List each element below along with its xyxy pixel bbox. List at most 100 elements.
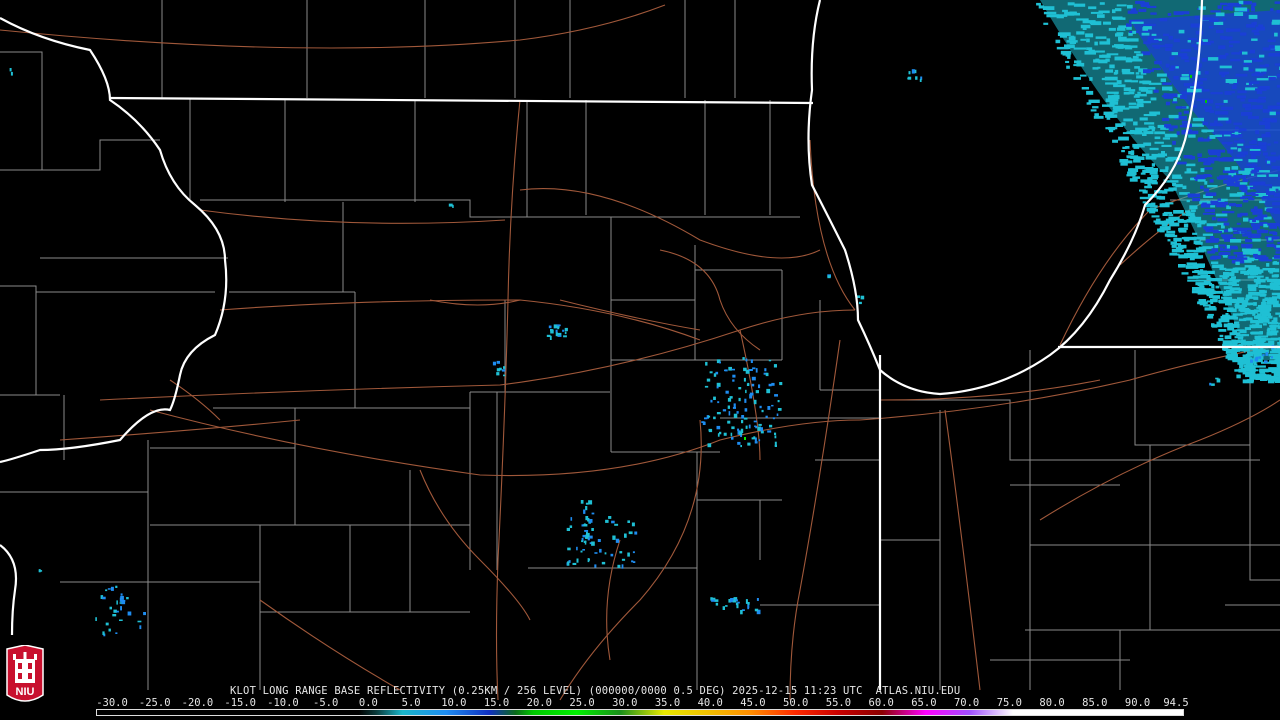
echo-pixel — [732, 407, 736, 409]
echo-pixel — [1255, 322, 1260, 326]
echo-pixel — [594, 564, 597, 568]
echo-pixel — [731, 426, 735, 430]
echo-pixel — [631, 522, 635, 527]
echo-pixel — [1205, 192, 1217, 196]
echo-pixel — [742, 357, 745, 360]
echo-pixel — [729, 396, 733, 399]
echo-pixel — [1237, 228, 1247, 232]
echo-pixel — [919, 78, 922, 82]
echo-pixel — [750, 359, 753, 363]
echo-pixel — [1191, 44, 1197, 47]
echo-pixel — [1186, 249, 1196, 253]
echo-pixel — [1243, 2, 1248, 5]
echo-pixel — [1242, 379, 1254, 384]
echo-pixel — [1259, 64, 1270, 67]
echo-pixel — [1258, 356, 1262, 359]
colorbar-tick-label: 85.0 — [1082, 697, 1108, 709]
echo-pixel — [1206, 223, 1218, 227]
echo-pixel — [1175, 66, 1179, 69]
highway-line — [789, 339, 841, 701]
echo-pixel — [615, 538, 620, 543]
echo-pixel — [1057, 32, 1071, 36]
echo-pixel — [1202, 121, 1209, 126]
echo-pixel — [719, 431, 722, 435]
echo-pixel — [1172, 253, 1180, 256]
echo-pixel — [634, 531, 638, 535]
echo-pixel — [1109, 101, 1119, 105]
echo-pixel — [1266, 191, 1275, 195]
echo-pixel — [1243, 60, 1252, 63]
echo-pixel — [1261, 301, 1267, 306]
echo-pixel — [743, 367, 747, 372]
echo-pixel — [1085, 33, 1094, 38]
product-title: KLOT LONG RANGE BASE REFLECTIVITY (0.25K… — [230, 685, 961, 697]
highway-line — [559, 419, 702, 701]
echo-pixel — [1204, 270, 1215, 275]
echo-pixel — [1072, 12, 1080, 16]
echo-pixel — [1267, 143, 1271, 146]
echo-pixel — [1168, 114, 1179, 119]
echo-pixel — [915, 76, 918, 80]
echo-pixel — [1135, 56, 1139, 59]
echo-pixel — [1211, 383, 1215, 386]
echo-pixel — [1250, 359, 1254, 363]
echo-pixel — [1139, 196, 1151, 200]
echo-pixel — [1118, 36, 1127, 41]
echo-pixel — [1239, 139, 1244, 143]
echo-pixel — [1246, 195, 1253, 199]
echo-pixel — [1214, 244, 1219, 249]
echo-pixel — [1196, 174, 1207, 178]
echo-pixel — [1251, 173, 1255, 176]
echo-pixel — [1246, 163, 1258, 167]
echo-pixel — [1142, 27, 1148, 31]
echo-pixel — [1274, 274, 1279, 277]
echo-pixel — [743, 417, 748, 420]
echo-pixel — [1098, 10, 1110, 14]
echo-pixel — [754, 441, 758, 444]
echo-pixel — [741, 415, 745, 419]
echo-pixel — [1169, 56, 1175, 61]
echo-pixel — [1216, 29, 1224, 34]
echo-pixel — [1150, 97, 1157, 101]
echo-pixel — [1183, 155, 1193, 159]
colorbar-tick-labels: -30.0 -25.0 -20.0 -15.0 -10.0 -5.0 0.0 5.0 10.0 1… — [0, 697, 1280, 709]
echo-pixel — [1244, 310, 1254, 315]
echo-pixel — [1114, 44, 1124, 48]
echo-pixel — [1237, 90, 1247, 94]
echo-pixel — [566, 527, 570, 531]
echo-pixel — [1148, 177, 1153, 181]
echo-pixel — [777, 408, 782, 411]
echo-pixel — [1238, 0, 1244, 5]
echo-pixel — [1171, 248, 1183, 253]
echo-pixel — [1190, 88, 1202, 93]
echo-pixel — [1131, 21, 1144, 24]
echo-pixel — [1271, 292, 1280, 296]
echo-pixel — [1269, 231, 1276, 234]
echo-pixel — [555, 329, 558, 333]
echo-pixel — [1090, 21, 1102, 26]
echo-pixel — [581, 540, 583, 543]
echo-pixel — [1230, 58, 1240, 62]
echo-pixel — [748, 424, 751, 429]
echo-pixel — [1248, 159, 1258, 163]
echo-pixel — [1197, 153, 1202, 158]
echo-pixel — [1268, 174, 1278, 177]
echo-pixel — [732, 379, 735, 382]
echo-pixel — [1140, 172, 1146, 175]
echo-pixel — [1246, 294, 1253, 298]
echo-pixel — [1231, 352, 1237, 356]
echo-pixel — [119, 619, 123, 621]
echo-pixel — [548, 325, 552, 329]
echo-pixel — [586, 534, 589, 539]
echo-pixel — [599, 548, 602, 553]
echo-pixel — [1164, 233, 1175, 237]
echo-pixel — [746, 383, 750, 386]
echo-pixel — [1251, 105, 1263, 110]
echo-pixel — [120, 606, 122, 611]
echo-pixel — [1221, 211, 1235, 214]
highway-line — [519, 188, 821, 259]
echo-pixel — [1218, 252, 1231, 256]
echo-pixel — [1255, 130, 1260, 135]
echo-pixel — [1200, 168, 1205, 173]
echo-pixel — [1276, 102, 1280, 105]
